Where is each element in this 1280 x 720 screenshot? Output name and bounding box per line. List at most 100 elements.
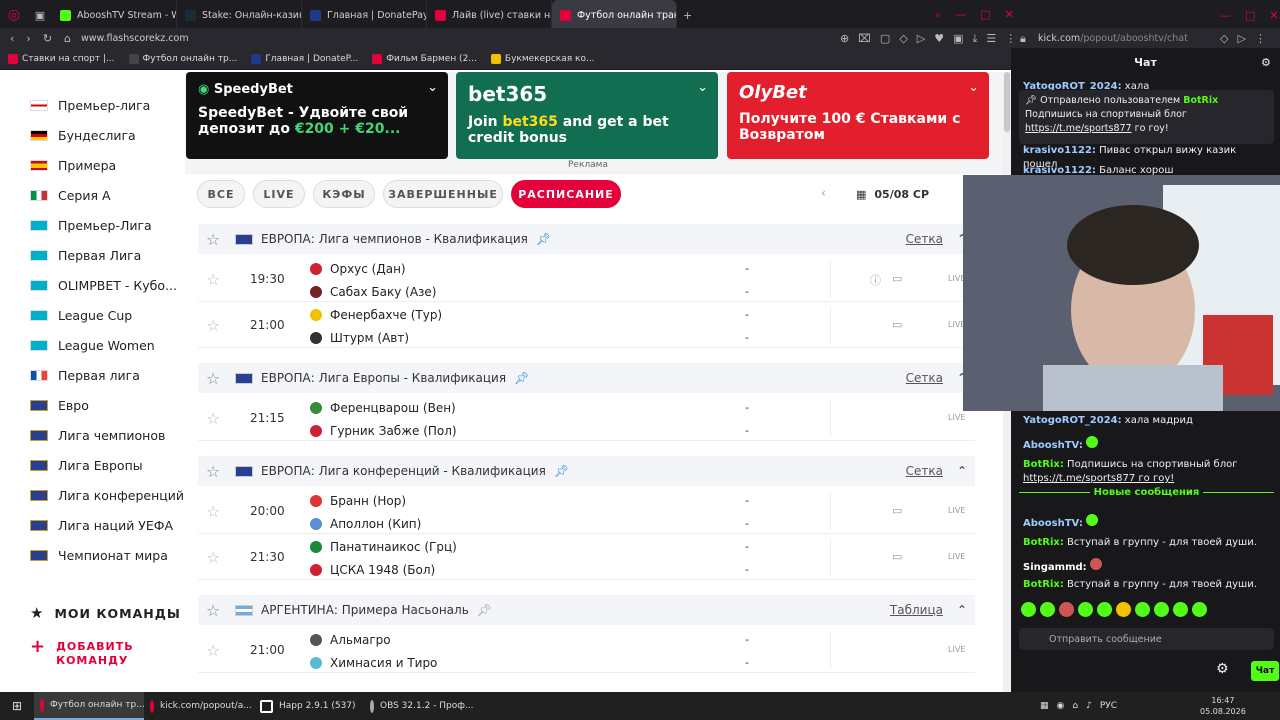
shield-icon[interactable]: ◇ [899,33,907,44]
menu-icon[interactable]: ⋮ [1255,33,1266,44]
sidebar-item[interactable]: Премьер-лига [30,98,150,113]
windows-start-icon[interactable]: ⊞ [0,699,34,713]
screenshot-icon[interactable]: ▢ [880,33,890,44]
forward-icon[interactable]: › [26,33,30,44]
home-icon[interactable]: ⌂ [64,33,71,44]
sidebar-item[interactable]: Лига конференций [30,488,184,503]
emote-icon[interactable] [1078,602,1093,617]
snapshot-icon[interactable]: ⌧ [858,33,871,44]
user-settings-icon[interactable]: ⚙ [1261,56,1271,69]
tv-icon[interactable]: ▭ [892,550,902,563]
network-icon[interactable]: ⌂ [1072,701,1078,711]
league-header[interactable]: ☆ ЕВРОПА: Лига конференций - Квалификаци… [198,456,975,486]
emote-icon[interactable] [1173,602,1188,617]
sidebar-item[interactable]: Премьер-Лига [30,218,152,233]
match-row[interactable]: ☆ 20:00 Бранн (Нор) Аполлон (Кип) - - ▭ … [198,488,975,534]
minimize-icon[interactable]: — [1220,9,1231,22]
tv-icon[interactable]: ▭ [892,504,902,517]
star-icon[interactable]: ☆ [206,548,220,567]
star-icon[interactable]: ☆ [206,230,220,249]
scrollbar-thumb[interactable] [1004,72,1010,132]
bracket-link[interactable]: Сетка [906,371,943,385]
browser-tab[interactable]: Главная | DonatePay [302,0,427,30]
pinned-message[interactable]: 📌︎ Отправлено пользователем BotRix Подпи… [1019,90,1274,144]
emote-icon[interactable] [1116,602,1131,617]
maximize-icon[interactable]: □ [980,8,990,22]
emote-icon[interactable] [1135,602,1150,617]
close-icon[interactable]: ✕ [1269,9,1278,22]
sidebar-item[interactable]: Первая Лига [30,248,141,263]
collapse-icon[interactable]: ⌃ [957,464,967,478]
bookmark-item[interactable]: Футбол онлайн тр... [128,53,237,64]
heart-icon[interactable]: ♥ [934,33,944,44]
bookmark-item[interactable]: Главная | DonateP... [251,53,358,64]
sidebar-item[interactable]: Евро [30,398,89,413]
tray-icon[interactable]: ▦ [1040,701,1049,711]
sidebar-item[interactable]: League Women [30,338,155,353]
tray-icon[interactable]: ◉ [1057,701,1065,711]
emote-icon[interactable] [1021,602,1036,617]
league-header[interactable]: ☆ АРГЕНТИНА: Примера Насьональ 📌︎ Таблица… [198,595,975,625]
chat-username[interactable]: krasivo1122: [1023,145,1096,156]
sidebar-item[interactable]: Лига Европы [30,458,143,473]
menu-icon[interactable]: ⋮ [1005,33,1016,44]
browser-tab[interactable]: AbooshTV Stream - Watch [52,0,177,30]
emote-icon[interactable] [1192,602,1207,617]
chat-username[interactable]: BotRix: [1023,537,1064,548]
star-icon[interactable]: ☆ [206,641,220,660]
emote-icon[interactable] [1040,602,1055,617]
filter-odds-button[interactable]: КЭФЫ [313,180,375,208]
ad-banner-speedybet[interactable]: ◉ SpeedyBet SpeedyBet - Удвойте свой деп… [186,72,448,159]
emote-icon[interactable] [1154,602,1169,617]
star-icon[interactable]: ☆ [206,369,220,388]
info-icon[interactable]: ⓘ [870,272,881,288]
settings-icon[interactable]: ☰ [986,33,996,44]
language-indicator[interactable]: РУС [1100,701,1117,711]
filter-live-button[interactable]: LIVE [253,180,305,208]
opera-logo-icon[interactable]: ◎ [0,7,28,23]
pin-icon[interactable]: 📌︎ [477,603,492,617]
chevron-down-icon[interactable]: ⌄ [427,80,438,95]
match-row[interactable]: ☆ 21:00 Альмагро Химнасия и Тиро - - LIV… [198,627,975,673]
volume-icon[interactable]: ♪ [1086,701,1092,711]
match-row[interactable]: ☆ 19:30 Орхус (Дан) Сабах Баку (Азе) - -… [198,256,975,302]
chat-username[interactable]: BotRix: [1023,579,1064,590]
chat-input[interactable]: Отправить сообщение [1019,628,1274,650]
emote-icon[interactable] [1097,602,1112,617]
chat-username[interactable]: Singammd: [1023,562,1087,573]
sidebar-item[interactable]: Серия А [30,188,111,203]
play-icon[interactable]: ▷ [1237,33,1245,44]
bookmark-item[interactable]: Фильм Бармен (2... [372,53,477,64]
download-icon[interactable]: ⤓ [973,33,978,44]
sidebar-item[interactable]: Первая лига [30,368,140,383]
star-icon[interactable]: ☆ [206,601,220,620]
ad-banner-olybet[interactable]: OlyBet Получите 100 € Ставками с Возврат… [727,72,989,159]
box-icon[interactable]: ▣ [953,33,963,44]
chat-username[interactable]: BotRix: [1023,459,1064,470]
chat-send-button[interactable]: Чат [1251,661,1279,681]
shield-icon[interactable]: ◇ [1220,33,1228,44]
address-input[interactable]: www.flashscorekz.com [81,33,189,44]
bookmark-item[interactable]: Ставки на спорт |... [8,53,115,64]
chevron-down-icon[interactable]: ⌄ [968,80,979,95]
taskbar-item[interactable]: Футбол онлайн тр... [34,692,144,720]
tv-icon[interactable]: ▭ [892,318,902,331]
star-icon[interactable]: ☆ [206,462,220,481]
search-icon[interactable]: ⌕ [935,8,941,22]
taskbar-item[interactable]: OBS 32.1.2 - Проф... [364,692,474,720]
chat-message[interactable]: https://t.me/sports877 го гоу! [1023,472,1273,486]
pin-icon[interactable]: 📌︎ [554,464,569,478]
chevron-down-icon[interactable]: ⌄ [697,80,708,95]
chat-address-input[interactable]: kick.com/popout/abooshtv/chat [1038,33,1188,44]
match-row[interactable]: ☆ 21:15 Ференцварош (Вен) Гурник Забже (… [198,395,975,441]
emote-icon[interactable] [1059,602,1074,617]
star-icon[interactable]: ☆ [206,316,220,335]
browser-tab[interactable]: Лайв (live) ставки на футб [427,0,552,30]
bookmark-item[interactable]: Букмекерская ко... [490,53,595,64]
maximize-icon[interactable]: □ [1245,9,1255,22]
star-icon[interactable]: ☆ [206,270,220,289]
add-team-button[interactable]: + ДОБАВИТЬ КОМАНДУ [30,638,146,668]
bracket-link[interactable]: Сетка [906,464,943,478]
zoom-icon[interactable]: ⊕ [840,33,849,44]
reload-icon[interactable]: ↻ [43,33,52,44]
